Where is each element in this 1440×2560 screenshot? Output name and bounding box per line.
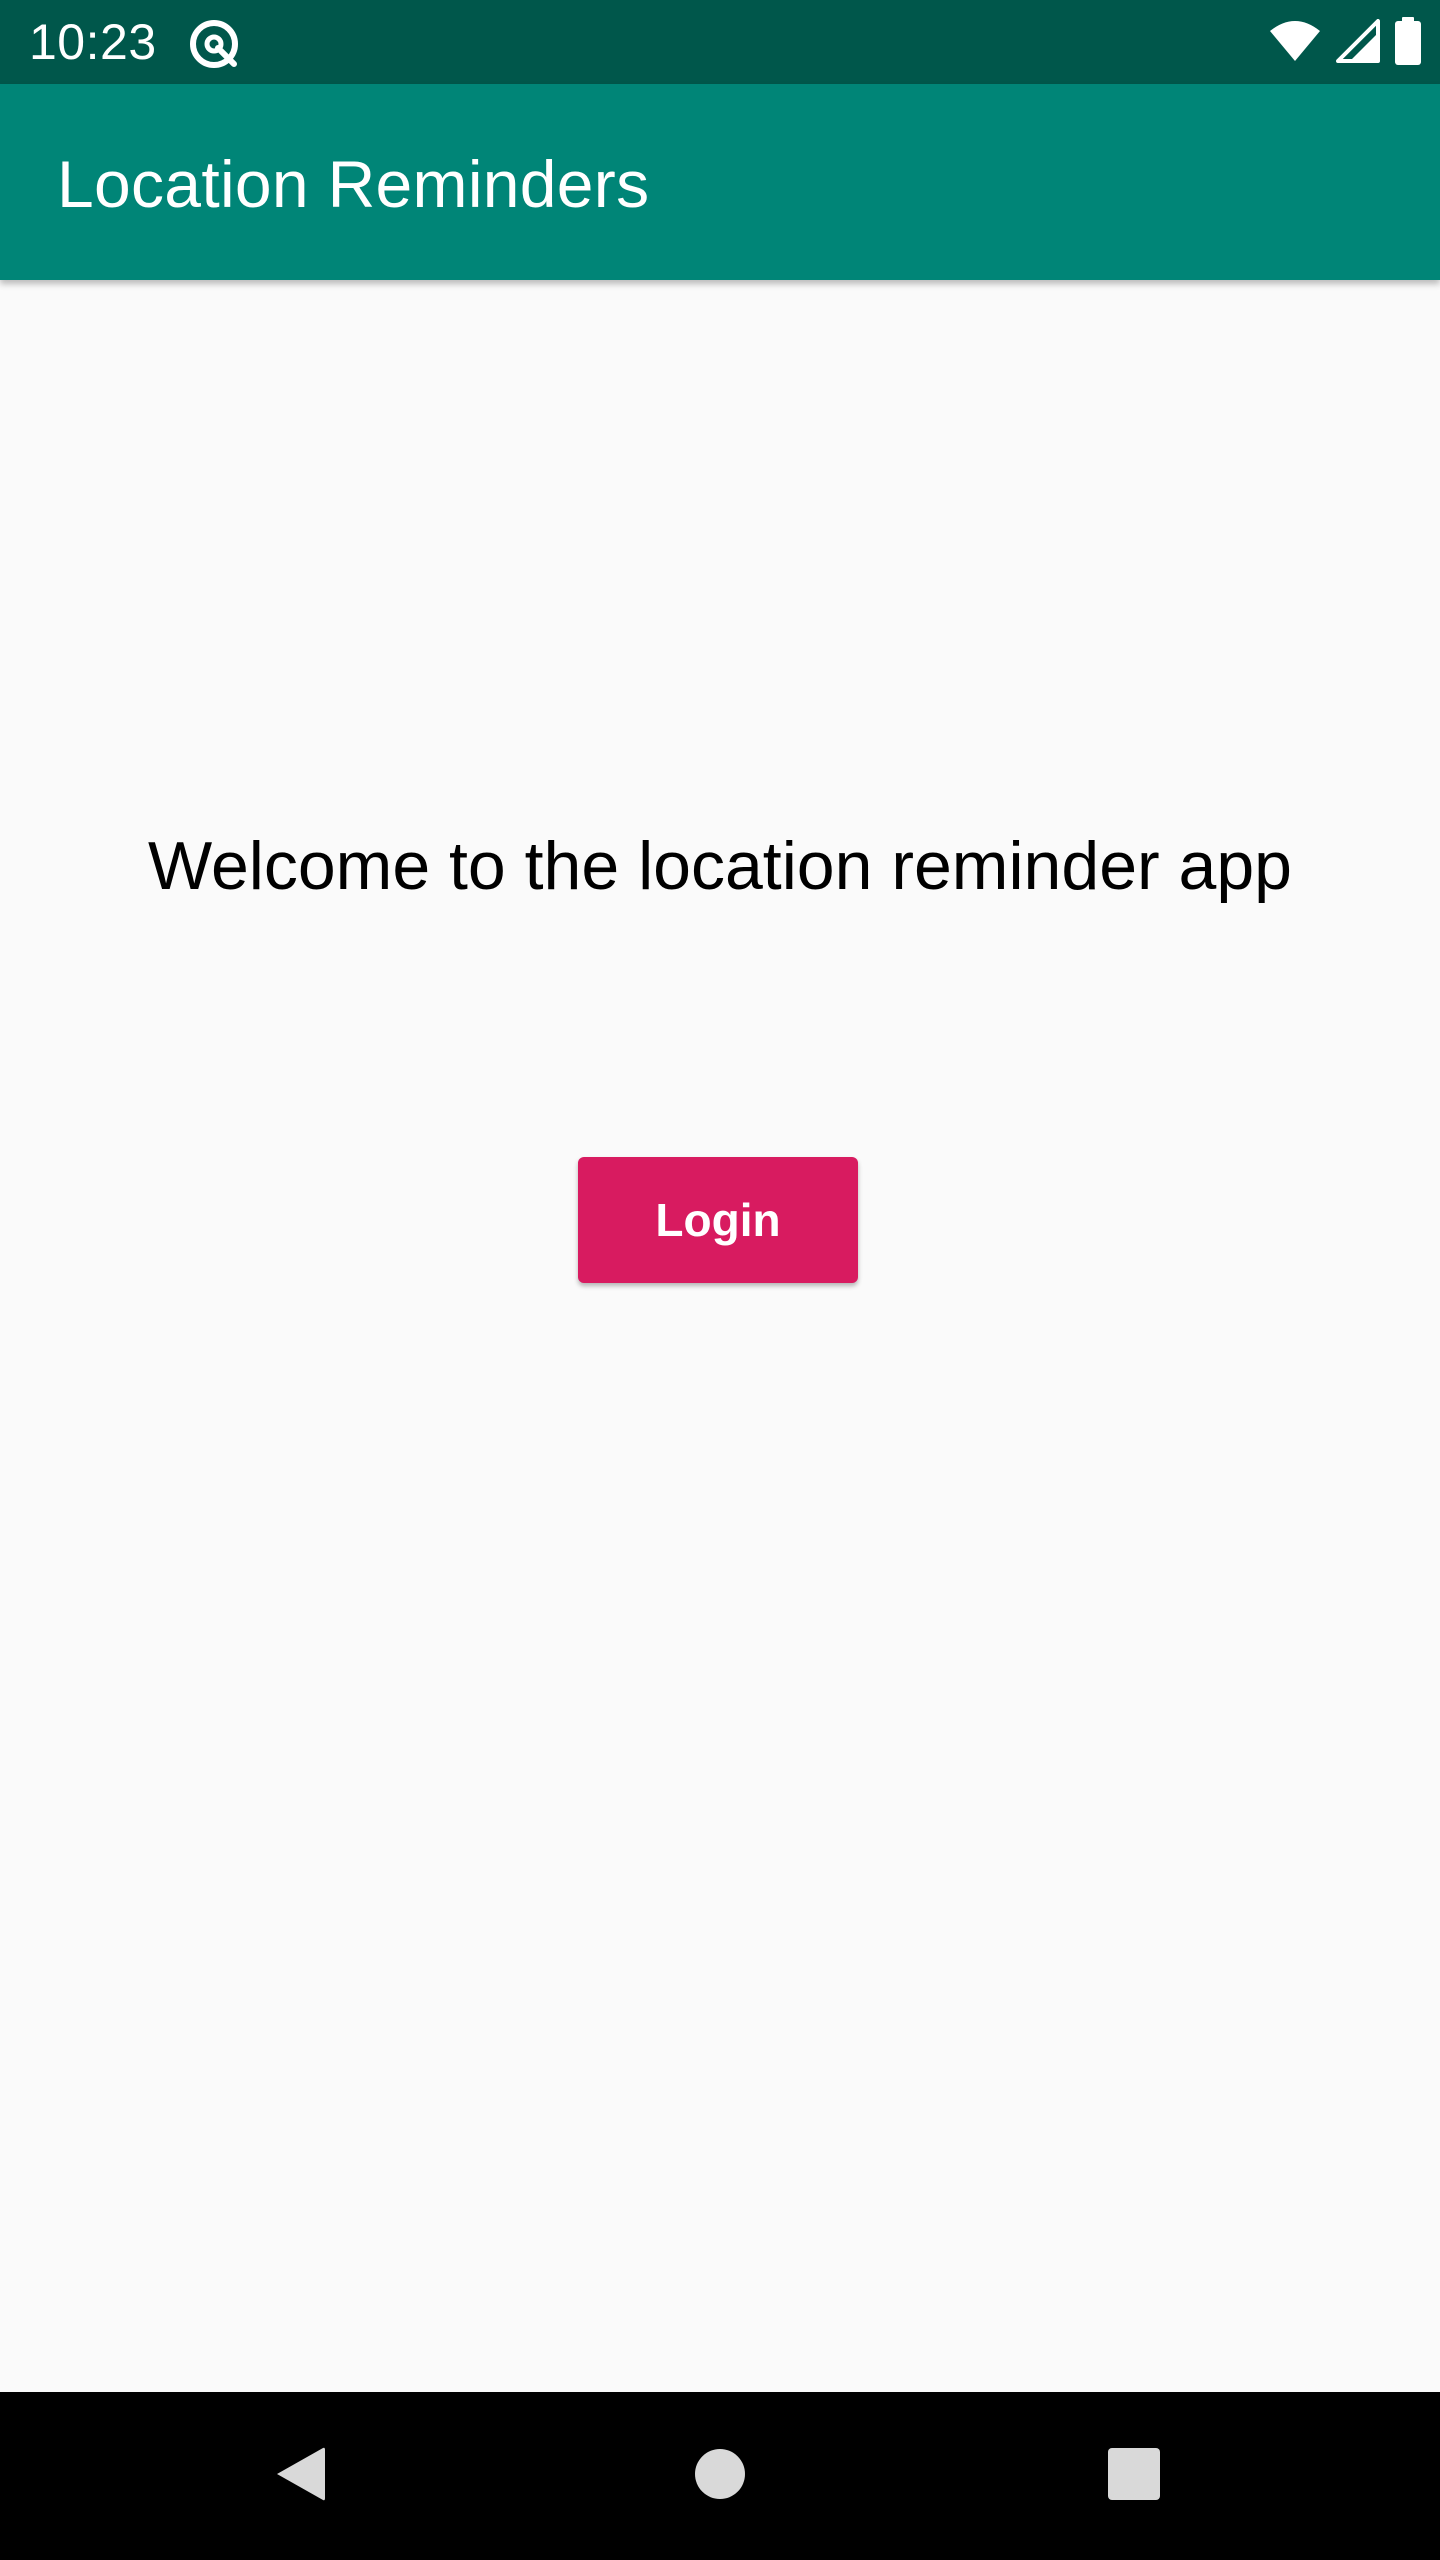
welcome-text: Welcome to the location reminder app (147, 828, 1292, 904)
wifi-icon (1268, 19, 1322, 68)
status-bar: 10:23 (0, 0, 1440, 84)
back-icon (273, 2444, 327, 2509)
cell-signal-icon (1336, 18, 1380, 68)
home-button[interactable] (620, 2392, 820, 2560)
main-content: Welcome to the location reminder app Log… (0, 280, 1440, 2392)
app-title: Location Reminders (57, 147, 650, 221)
status-icons (1268, 16, 1422, 70)
at-sign-icon (188, 18, 240, 70)
recents-button[interactable] (1034, 2392, 1234, 2560)
back-button[interactable] (200, 2392, 400, 2560)
app-bar: Location Reminders (0, 84, 1440, 280)
battery-icon (1394, 16, 1422, 70)
navigation-bar (0, 2392, 1440, 2560)
recents-icon (1107, 2447, 1161, 2506)
status-time: 10:23 (29, 14, 157, 70)
login-button[interactable]: Login (578, 1157, 858, 1283)
home-icon (693, 2447, 747, 2506)
